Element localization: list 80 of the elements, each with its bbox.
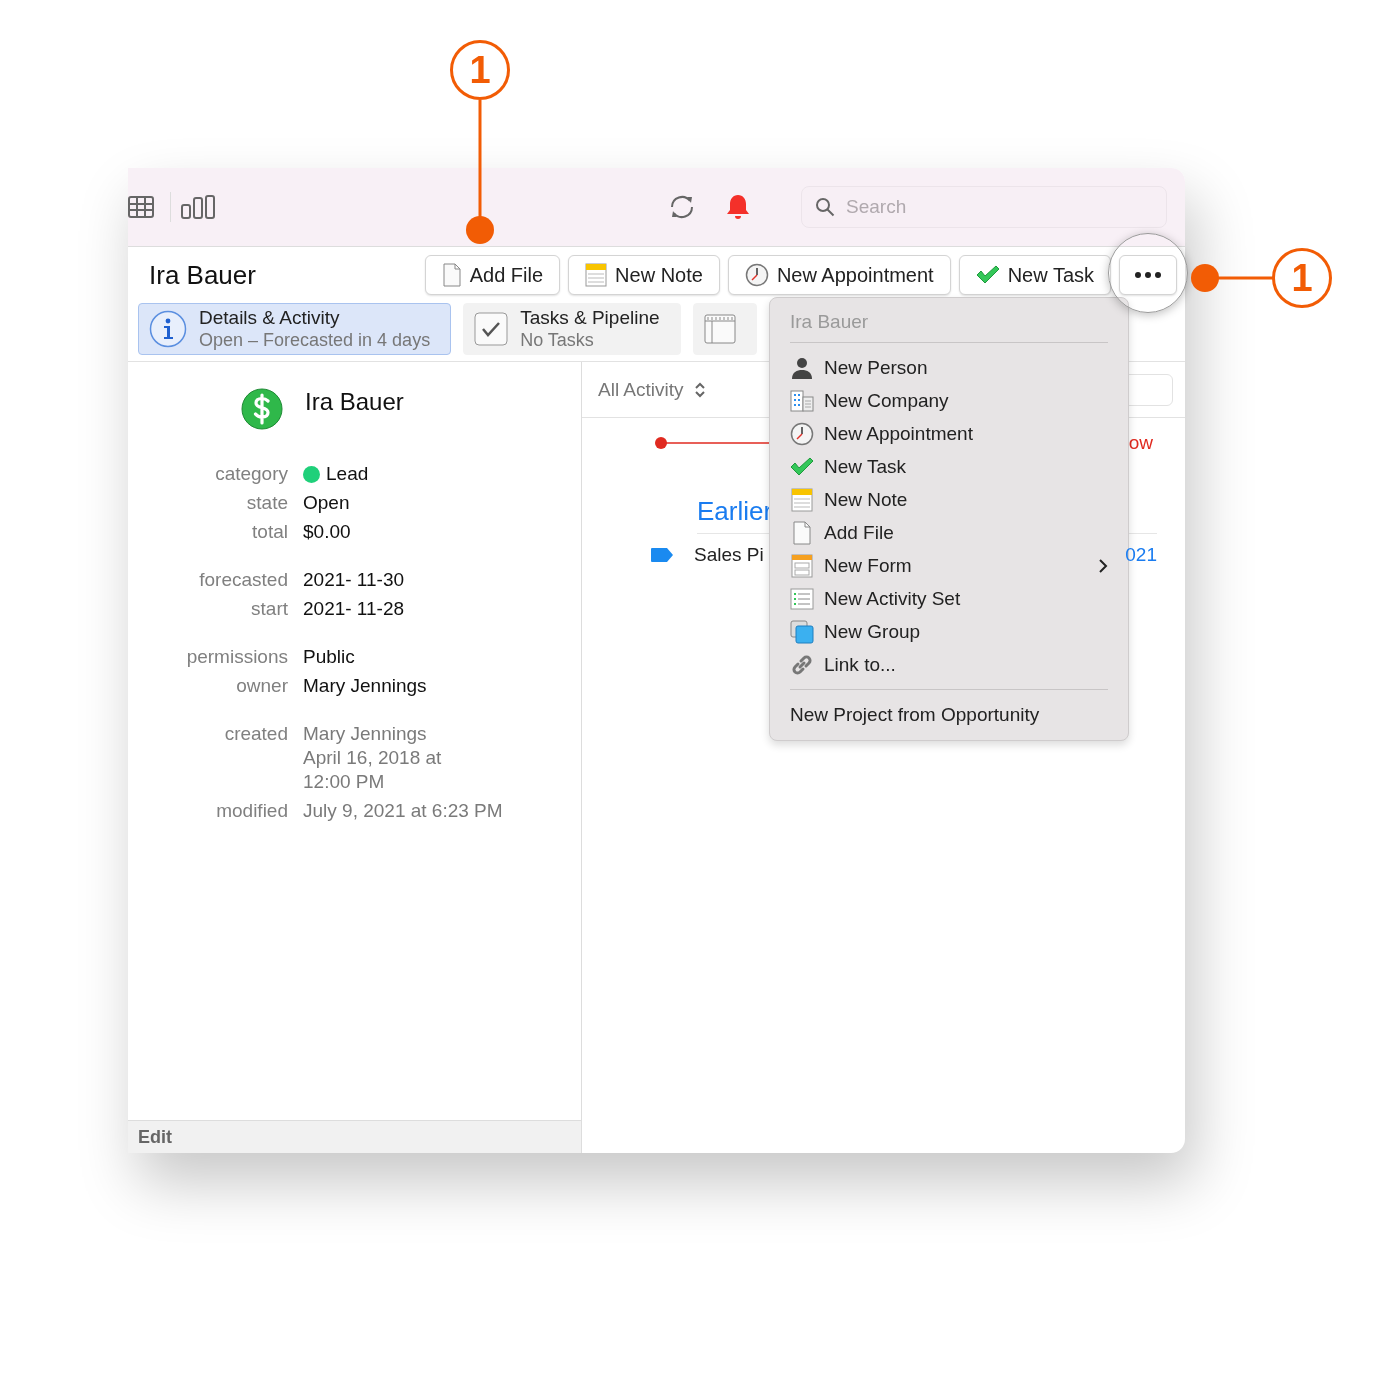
tag-icon — [650, 547, 674, 563]
bell-icon — [725, 193, 751, 221]
tab[interactable]: Tasks & Pipeline No Tasks — [463, 303, 681, 355]
chevron-right-icon — [1098, 557, 1108, 574]
field-label: modified — [215, 799, 288, 823]
field-value: Open — [303, 491, 350, 515]
document-icon — [792, 520, 812, 545]
field-value: Mary Jennings — [303, 674, 427, 698]
search-icon — [815, 197, 835, 217]
field-value: 2021- 11-30 — [303, 568, 405, 592]
search-field[interactable]: Search — [801, 186, 1167, 228]
menu-item[interactable]: New Appointment — [790, 417, 1108, 450]
toolbar-button[interactable]: New Appointment — [727, 255, 951, 295]
note-icon — [585, 263, 608, 287]
updown-chevron-icon — [693, 380, 706, 399]
record-name: Ira Bauer — [305, 388, 404, 416]
stacked-squares-icon — [790, 619, 814, 644]
field-label: state — [245, 491, 288, 515]
toolbar-button[interactable]: New Task — [958, 255, 1111, 295]
table-icon — [128, 195, 154, 219]
now-label: ow — [1128, 432, 1153, 454]
activity-date: 021 — [1125, 544, 1157, 566]
field-value: July 9, 2021 at 6:23 PM — [303, 799, 503, 823]
list-icon — [790, 587, 814, 610]
calendar-icon — [703, 314, 736, 344]
more-button[interactable] — [1119, 255, 1177, 295]
note-icon — [791, 487, 813, 512]
tab-subtitle: Open – Forecasted in 4 days — [199, 329, 431, 352]
field-value: Public — [303, 645, 355, 669]
tab[interactable]: Details & Activity Open – Forecasted in 4 days — [138, 303, 452, 355]
toolbar-button[interactable]: New Note — [568, 255, 720, 295]
menu-item[interactable]: New Task — [790, 450, 1108, 483]
link-icon — [790, 652, 814, 677]
activity-title: Sales Pi — [694, 544, 764, 566]
dollar-icon — [241, 388, 283, 430]
toolbar-button[interactable]: Add File — [424, 255, 561, 295]
checkmark-icon — [790, 456, 814, 477]
edit-label[interactable]: Edit — [138, 1126, 172, 1148]
menu-item[interactable]: New Note — [790, 483, 1108, 516]
section-heading: Earlier — [697, 496, 773, 526]
callout-badge: 1 — [450, 40, 510, 100]
person-icon — [791, 356, 813, 379]
tab-title: Details & Activity — [199, 306, 341, 329]
field-label: owner — [235, 674, 288, 698]
form-icon — [791, 553, 813, 578]
field-value: April 16, 2018 at — [303, 746, 442, 770]
tab-title: Tasks & Pipeline — [520, 306, 660, 329]
info-icon — [149, 310, 187, 348]
field-value: 12:00 PM — [303, 770, 385, 794]
more-icon — [1135, 272, 1161, 278]
field-label: category — [214, 462, 288, 486]
document-icon — [441, 263, 462, 287]
menu-item[interactable]: New Project from Opportunity — [790, 700, 1108, 730]
bar-chart-icon — [181, 195, 215, 219]
field-value: Lead — [326, 462, 369, 486]
field-label: created — [223, 722, 288, 746]
menu-item[interactable]: New Form — [790, 549, 1108, 582]
field-value: $0.00 — [303, 520, 351, 544]
menu-item[interactable]: New Company — [790, 384, 1108, 417]
menu-item[interactable]: Link to... — [790, 648, 1108, 681]
record-title: Ira Bauer — [149, 259, 256, 291]
building-icon — [790, 389, 814, 412]
field-value: 2021- 11-28 — [303, 597, 405, 621]
field-value: Mary Jennings — [303, 722, 427, 746]
field-label: total — [251, 520, 288, 544]
menu-item[interactable]: Add File — [790, 516, 1108, 549]
field-label: start — [250, 597, 288, 621]
tab-subtitle: No Tasks — [520, 329, 595, 352]
menu-item[interactable]: New Activity Set — [790, 582, 1108, 615]
menu-item[interactable]: New Person — [790, 351, 1108, 384]
menu-item[interactable]: New Group — [790, 615, 1108, 648]
menu-header: Ira Bauer — [790, 311, 869, 333]
clock-icon — [744, 263, 769, 287]
checkbox-icon — [474, 312, 509, 346]
callout-badge: 1 — [1272, 248, 1332, 308]
field-label: permissions — [185, 645, 288, 669]
checkmark-icon — [975, 265, 1000, 285]
filter-dropdown[interactable]: All Activity — [598, 378, 706, 401]
field-label: forecasted — [198, 568, 288, 592]
clock-icon — [790, 421, 814, 446]
